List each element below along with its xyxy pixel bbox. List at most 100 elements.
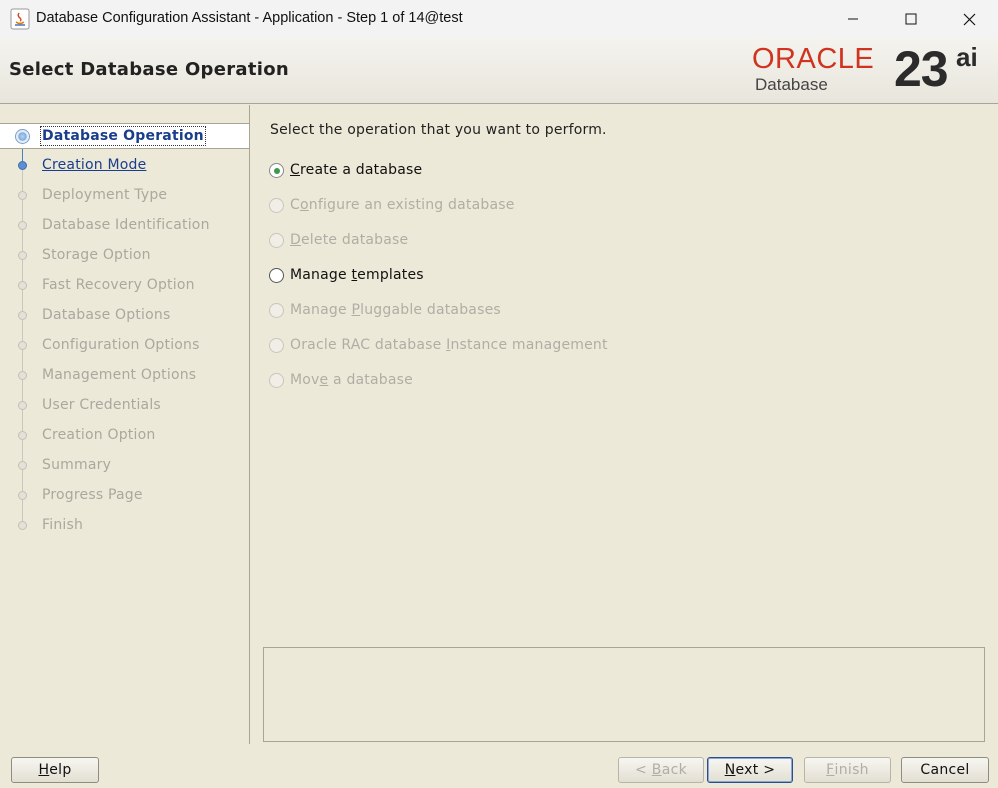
nav-step-label: Storage Option	[42, 247, 151, 263]
operation-option: Move a database	[268, 370, 628, 392]
maximize-button[interactable]	[882, 0, 940, 38]
minimize-button[interactable]	[824, 0, 882, 38]
nav-step-label: Creation Option	[42, 427, 156, 443]
nav-step-summary: Summary	[0, 453, 249, 479]
option-label: Create a database	[290, 162, 422, 178]
radio-button	[269, 233, 284, 248]
nav-step-label: User Credentials	[42, 397, 161, 413]
option-label-pre: Manage	[290, 267, 352, 283]
option-label-post: emplates	[357, 267, 424, 283]
operation-option[interactable]: Manage templates	[268, 265, 628, 287]
nav-step-creation-mode[interactable]: Creation Mode	[0, 153, 249, 179]
operation-option: Configure an existing database	[268, 195, 628, 217]
step-indicator-icon	[18, 491, 27, 500]
finish-mnemonic: F	[826, 762, 835, 778]
nav-step-management-options: Management Options	[0, 363, 249, 389]
radio-button	[269, 303, 284, 318]
nav-step-database-options: Database Options	[0, 303, 249, 329]
option-label-pre: Oracle RAC database	[290, 337, 447, 353]
nav-step-label: Summary	[42, 457, 112, 473]
option-label-post: nstance management	[450, 337, 608, 353]
option-label-pre: Mov	[290, 372, 320, 388]
option-label-post: elete database	[300, 232, 409, 248]
window-title: Database Configuration Assistant - Appli…	[36, 10, 463, 26]
nav-step-deployment-type: Deployment Type	[0, 183, 249, 209]
help-mnemonic: H	[38, 762, 50, 778]
option-label: Oracle RAC database Instance management	[290, 337, 608, 353]
logo-suffix: ai	[956, 42, 978, 72]
close-icon	[963, 13, 975, 25]
operation-option: Manage Pluggable databases	[268, 300, 628, 322]
option-mnemonic: D	[290, 232, 301, 248]
help-button[interactable]: Help	[11, 757, 99, 783]
maximize-icon	[905, 13, 917, 25]
nav-step-creation-option: Creation Option	[0, 423, 249, 449]
nav-step-label: Deployment Type	[42, 187, 168, 203]
nav-step-label: Database Identification	[42, 217, 210, 233]
nav-step-label: Creation Mode	[42, 157, 147, 173]
step-indicator-icon	[18, 161, 27, 170]
step-indicator-icon	[18, 431, 27, 440]
step-indicator-icon	[18, 521, 27, 530]
nav-step-label: Management Options	[42, 367, 197, 383]
nav-step-label: Database Options	[42, 307, 171, 323]
option-mnemonic: C	[290, 162, 300, 178]
cancel-button[interactable]: Cancel	[901, 757, 989, 783]
option-label-pre: C	[290, 197, 300, 213]
java-app-icon	[10, 8, 30, 30]
back-button[interactable]: < Back	[618, 757, 704, 783]
nav-step-finish: Finish	[0, 513, 249, 539]
step-indicator-icon	[18, 461, 27, 470]
finish-button[interactable]: Finish	[804, 757, 891, 783]
back-label-post: ack	[661, 762, 687, 778]
radio-button[interactable]	[269, 268, 284, 283]
operation-option: Oracle RAC database Instance management	[268, 335, 628, 357]
operation-option[interactable]: Create a database	[268, 160, 628, 182]
step-indicator-icon	[18, 341, 27, 350]
nav-step-storage-option: Storage Option	[0, 243, 249, 269]
option-label: Manage templates	[290, 267, 424, 283]
page-title: Select Database Operation	[9, 59, 290, 80]
option-label-pre: Manage	[290, 302, 352, 318]
nav-step-database-operation[interactable]: Database Operation	[0, 123, 249, 149]
option-label: Move a database	[290, 372, 413, 388]
nav-step-label: Configuration Options	[42, 337, 200, 353]
message-area	[263, 647, 985, 742]
next-mnemonic: N	[724, 762, 736, 778]
nav-step-progress-page: Progress Page	[0, 483, 249, 509]
step-indicator-icon	[18, 371, 27, 380]
back-mnemonic: B	[651, 762, 662, 778]
operation-option: Delete database	[268, 230, 628, 252]
step-indicator-icon	[18, 221, 27, 230]
step-indicator-icon	[18, 251, 27, 260]
option-label: Manage Pluggable databases	[290, 302, 501, 318]
next-label-post: ext >	[735, 762, 776, 778]
step-indicator-icon	[18, 281, 27, 290]
next-button[interactable]: Next >	[707, 757, 793, 783]
option-label-post: nfigure an existing database	[308, 197, 515, 213]
nav-step-database-identification: Database Identification	[0, 213, 249, 239]
help-label-post: elp	[49, 762, 72, 778]
finish-label-post: inish	[834, 762, 869, 778]
close-button[interactable]	[940, 0, 998, 38]
option-label-post: a database	[328, 372, 413, 388]
step-indicator-icon	[18, 191, 27, 200]
radio-button[interactable]	[269, 163, 284, 178]
step-navigation: Database Operation Creation Mode Deploymen…	[0, 105, 250, 744]
logo-version: 23	[894, 41, 949, 97]
option-label-post: reate a database	[299, 162, 423, 178]
nav-step-label: Finish	[42, 517, 84, 533]
step-indicator-icon	[18, 401, 27, 410]
logo-product: Database	[755, 75, 828, 94]
back-label-pre: <	[635, 762, 652, 778]
minimize-icon	[848, 18, 858, 20]
nav-step-label: Fast Recovery Option	[42, 277, 195, 293]
nav-step-label: Database Operation	[40, 126, 206, 146]
step-indicator-icon	[15, 129, 30, 144]
cancel-label: Cancel	[920, 762, 970, 778]
radio-button	[269, 198, 284, 213]
nav-step-label: Progress Page	[42, 487, 143, 503]
option-mnemonic: o	[299, 197, 309, 213]
option-label: Delete database	[290, 232, 408, 248]
radio-button	[269, 338, 284, 353]
